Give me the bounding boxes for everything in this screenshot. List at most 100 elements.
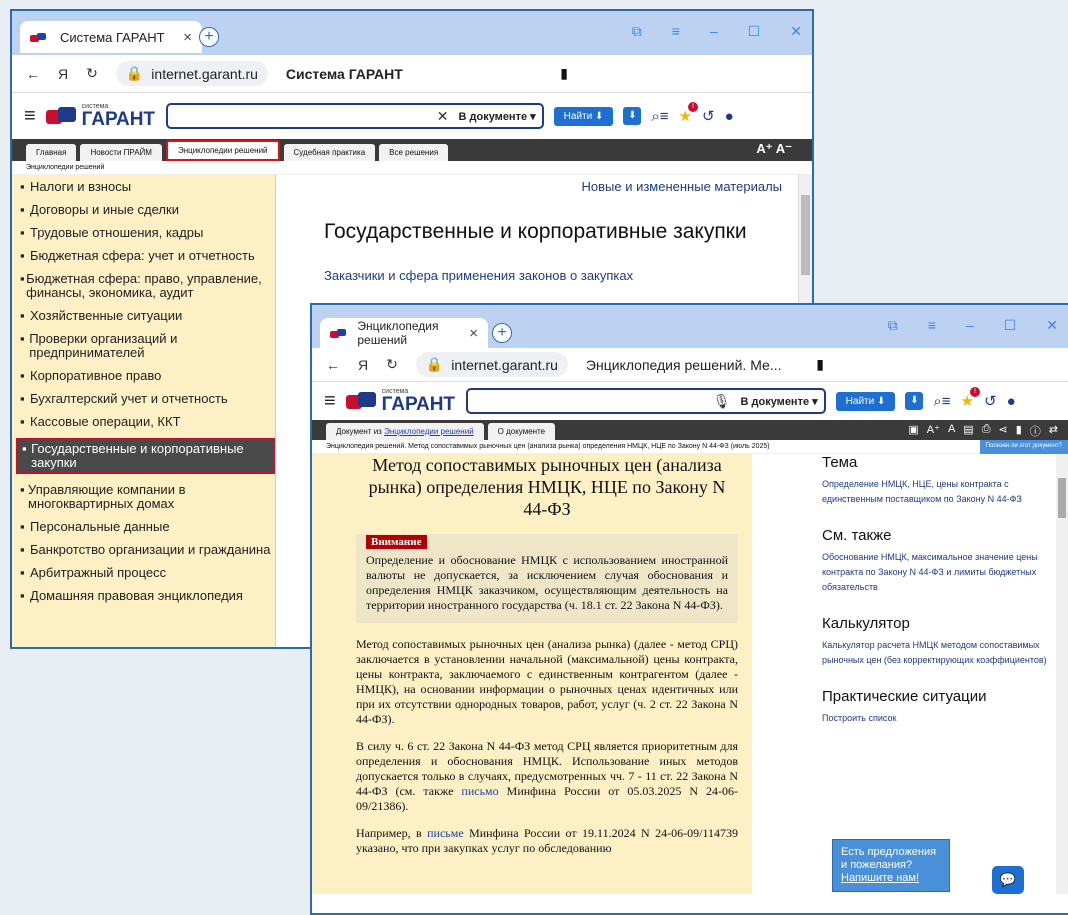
related-link[interactable]: Построить список bbox=[822, 711, 1054, 726]
scrollbar[interactable] bbox=[1056, 454, 1068, 894]
search-scope-select[interactable]: В документе ▾ bbox=[741, 395, 818, 408]
reload-icon[interactable]: ↻ bbox=[386, 356, 398, 373]
scrollbar-thumb[interactable] bbox=[1058, 478, 1066, 518]
close-tab-icon[interactable]: × bbox=[183, 29, 192, 46]
search-scope-select[interactable]: В документе ▾ bbox=[459, 110, 536, 123]
sidebar-item[interactable]: ▪ Налоги и взносы bbox=[20, 180, 275, 194]
tab-court-practice[interactable]: Судебная практика bbox=[283, 144, 376, 161]
bookmark-doc-icon[interactable]: ▮ bbox=[1016, 423, 1022, 439]
history-icon[interactable]: ↺ bbox=[702, 107, 715, 125]
speech-icon[interactable]: ▣ bbox=[908, 423, 918, 439]
font-size-control[interactable]: A⁺ A⁻ bbox=[756, 141, 792, 157]
minimize-icon[interactable]: – bbox=[710, 23, 718, 40]
tab-encyclopedias[interactable]: Энциклопедии решений bbox=[165, 140, 280, 161]
history-icon[interactable]: ↺ bbox=[984, 392, 997, 410]
sidebar-item[interactable]: ▪ Персональные данные bbox=[20, 520, 275, 534]
sidebar-item[interactable]: ▪ Проверки организаций и предпринимателей bbox=[20, 332, 275, 360]
letter-link[interactable]: письмо bbox=[461, 784, 498, 798]
tabs-icon[interactable]: ⧉ bbox=[632, 23, 642, 40]
yandex-icon[interactable]: Я bbox=[358, 357, 368, 373]
sidebar-item[interactable]: ▪ Договоры и иные сделки bbox=[20, 203, 275, 217]
tab-document-link[interactable]: Энциклопедии решений bbox=[384, 427, 474, 436]
back-icon[interactable]: ← bbox=[26, 66, 40, 82]
sidebar-item[interactable]: ▪ Корпоративное право bbox=[20, 369, 275, 383]
minimize-icon[interactable]: – bbox=[966, 317, 974, 334]
reload-icon[interactable]: ↻ bbox=[86, 65, 98, 82]
helpful-feedback-button[interactable]: Полезен ли этот документ? bbox=[979, 440, 1068, 454]
sidebar-item[interactable]: ▪ Арбитражный процесс bbox=[20, 566, 275, 580]
menu-icon[interactable]: ≡ bbox=[672, 23, 680, 40]
related-link[interactable]: Калькулятор расчета НМЦК методом сопоста… bbox=[822, 638, 1054, 668]
new-materials-link[interactable]: Новые и измененные материалы bbox=[324, 179, 783, 194]
search-list-icon[interactable]: ⌕≡ bbox=[933, 393, 950, 410]
find-button[interactable]: Найти ⬇ bbox=[835, 391, 896, 411]
breadcrumb[interactable]: Энциклопедии решений bbox=[12, 161, 812, 175]
sidebar-item[interactable]: ▪ Банкротство организации и гражданина bbox=[20, 543, 275, 557]
sidebar-item-label: Арбитражный процесс bbox=[30, 565, 167, 580]
url-field[interactable]: 🔒 internet.garant.ru bbox=[415, 352, 568, 377]
tabs-icon[interactable]: ⧉ bbox=[888, 317, 898, 334]
garant-logo[interactable]: система ГАРАНТ bbox=[45, 103, 156, 129]
sidebar-item[interactable]: ▪ Хозяйственные ситуации bbox=[20, 309, 275, 323]
sidebar-item[interactable]: ▪ Бюджетная сфера: право, управление, фин… bbox=[20, 272, 275, 300]
sidebar-item[interactable]: ▪ Трудовые отношения, кадры bbox=[20, 226, 275, 240]
url-text: internet.garant.ru bbox=[451, 356, 558, 373]
save-icon[interactable]: ▤ bbox=[963, 423, 973, 439]
hamburger-menu-icon[interactable]: ≡ bbox=[324, 390, 336, 413]
menu-icon[interactable]: ≡ bbox=[928, 317, 936, 334]
sidebar-item[interactable]: ▪ Бухгалтерский учет и отчетность bbox=[20, 392, 275, 406]
new-tab-button[interactable]: + bbox=[492, 323, 512, 343]
search-input[interactable]: 🎙 В документе ▾ bbox=[465, 388, 826, 414]
user-icon[interactable]: ● bbox=[725, 108, 734, 125]
font-increase-icon[interactable]: A⁺ bbox=[927, 423, 940, 439]
sidebar-item[interactable]: ▪ Управляющие компании в многоквартирных … bbox=[20, 483, 275, 511]
back-icon[interactable]: ← bbox=[326, 357, 340, 373]
search-options-button[interactable]: ⬇ bbox=[905, 392, 924, 410]
sidebar-item-active[interactable]: ▪ Государственные и корпоративные закупки bbox=[16, 438, 275, 474]
feedback-link[interactable]: Напишите нам! bbox=[841, 872, 919, 884]
letter-link[interactable]: письме bbox=[427, 826, 464, 840]
tab-all-solutions[interactable]: Все решения bbox=[379, 144, 449, 161]
info-icon[interactable]: ⓘ bbox=[1030, 423, 1041, 439]
scrollbar-thumb[interactable] bbox=[801, 195, 810, 275]
bookmark-icon[interactable]: ▮ bbox=[816, 356, 824, 373]
related-link[interactable]: Определение НМЦК, НЦЕ, цены контракта с … bbox=[822, 477, 1054, 507]
user-icon[interactable]: ● bbox=[1007, 393, 1016, 410]
print-icon[interactable]: ⎙ bbox=[982, 423, 991, 439]
share-icon[interactable]: ⋖ bbox=[999, 423, 1008, 439]
maximize-icon[interactable]: ☐ bbox=[748, 23, 761, 40]
tab-document[interactable]: Документ из Энциклопедии решений bbox=[326, 423, 484, 440]
favorites-star-icon[interactable]: ★! bbox=[961, 387, 980, 410]
hamburger-menu-icon[interactable]: ≡ bbox=[24, 105, 36, 128]
tab-news[interactable]: Новости ПРАЙМ bbox=[80, 144, 162, 161]
subsection-link[interactable]: Заказчики и сфера применения законов о з… bbox=[324, 268, 782, 283]
url-field[interactable]: 🔒 internet.garant.ru bbox=[115, 61, 268, 86]
new-tab-button[interactable]: + bbox=[199, 27, 219, 47]
yandex-icon[interactable]: Я bbox=[58, 66, 68, 82]
font-decrease-icon[interactable]: A bbox=[948, 423, 955, 439]
close-window-icon[interactable]: ✕ bbox=[790, 23, 802, 40]
browser-tab[interactable]: Система ГАРАНТ × bbox=[20, 21, 202, 53]
maximize-icon[interactable]: ☐ bbox=[1004, 317, 1017, 334]
related-link[interactable]: Обоснование НМЦК, максимальное значение … bbox=[822, 550, 1054, 595]
chat-support-button[interactable]: 💬 bbox=[992, 866, 1024, 894]
tab-about-document[interactable]: О документе bbox=[487, 423, 556, 440]
search-list-icon[interactable]: ⌕≡ bbox=[651, 108, 668, 125]
close-tab-icon[interactable]: × bbox=[469, 325, 478, 342]
find-button[interactable]: Найти ⬇ bbox=[553, 106, 614, 126]
favorites-star-icon[interactable]: ★! bbox=[679, 102, 698, 125]
microphone-icon[interactable]: 🎙 bbox=[713, 393, 731, 410]
garant-logo[interactable]: система ГАРАНТ bbox=[345, 388, 456, 414]
browser-tab[interactable]: Энциклопедия решений × bbox=[320, 318, 488, 348]
bookmark-icon[interactable]: ▮ bbox=[560, 65, 568, 82]
search-input[interactable]: ✕ В документе ▾ bbox=[165, 103, 544, 129]
compare-icon[interactable]: ⇄ bbox=[1049, 423, 1058, 439]
close-window-icon[interactable]: ✕ bbox=[1046, 317, 1058, 334]
tab-main[interactable]: Главная bbox=[26, 144, 77, 161]
clear-search-icon[interactable]: ✕ bbox=[437, 108, 449, 125]
feedback-box[interactable]: Есть предложения и пожелания? Напишите на… bbox=[832, 839, 950, 892]
sidebar-item[interactable]: ▪ Кассовые операции, ККТ bbox=[20, 415, 275, 429]
sidebar-item[interactable]: ▪ Бюджетная сфера: учет и отчетность bbox=[20, 249, 275, 263]
search-options-button[interactable]: ⬇ bbox=[623, 107, 642, 125]
sidebar-item[interactable]: ▪ Домашняя правовая энциклопедия bbox=[20, 589, 275, 603]
